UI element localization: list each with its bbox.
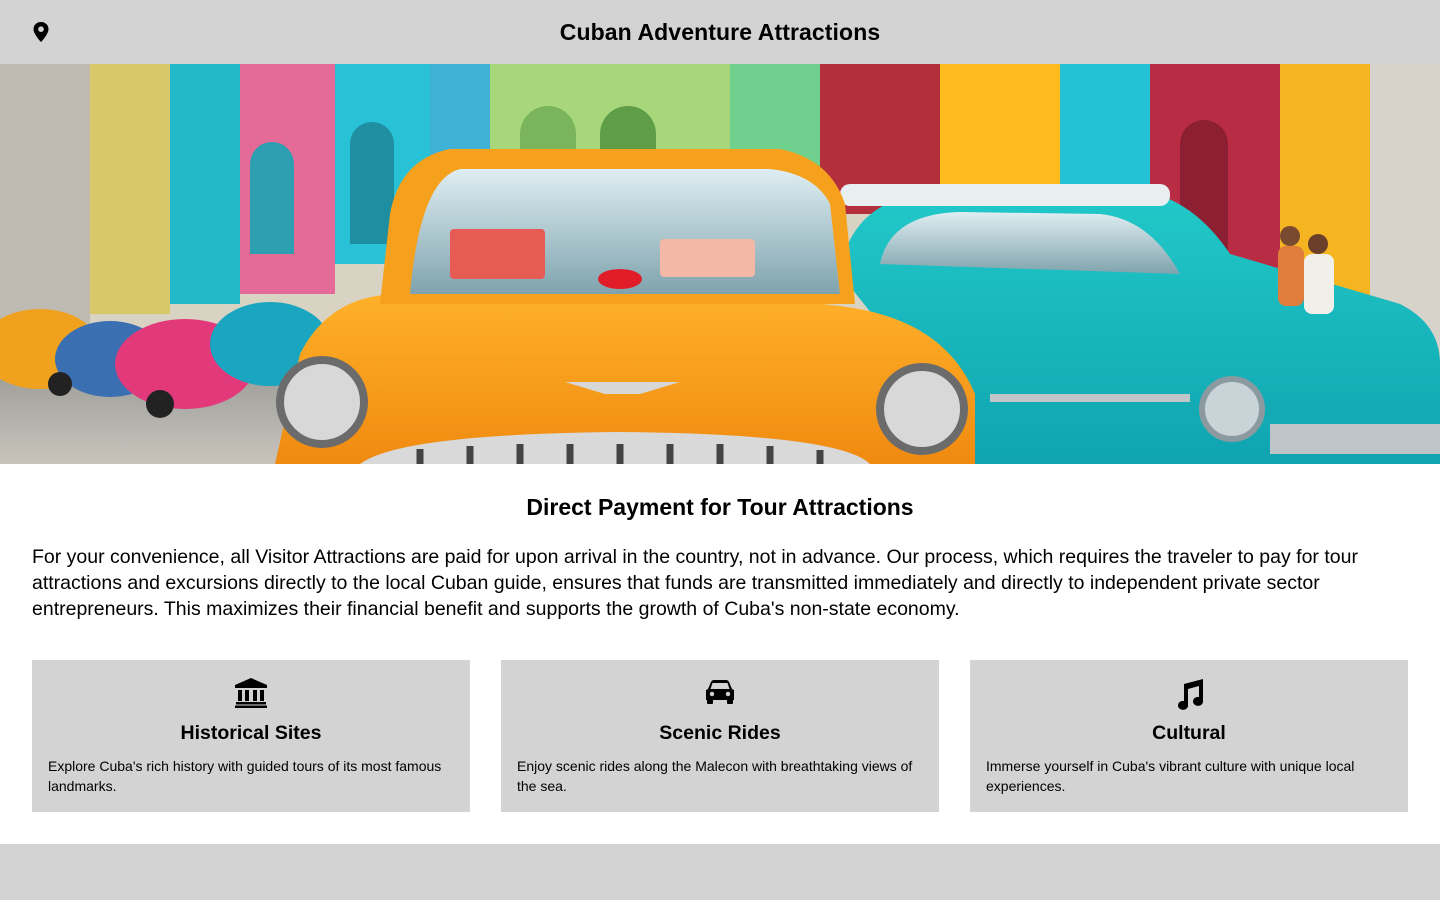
card-scenic-rides[interactable]: Scenic Rides Enjoy scenic rides along th… — [501, 660, 939, 812]
car-icon — [706, 680, 734, 704]
hero-image — [0, 64, 1440, 464]
map-pin-icon[interactable] — [32, 22, 50, 42]
section-heading: Direct Payment for Tour Attractions — [526, 494, 914, 520]
card-description: Immerse yourself in Cuba's vibrant cultu… — [986, 758, 1355, 794]
card-historical-sites[interactable]: Historical Sites Explore Cuba's rich his… — [32, 660, 470, 812]
card-title: Scenic Rides — [659, 722, 781, 744]
card-cultural[interactable]: Cultural Immerse yourself in Cuba's vibr… — [970, 660, 1408, 812]
landmark-icon — [235, 678, 267, 708]
card-title: Cultural — [1152, 722, 1226, 744]
page-title: Cuban Adventure Attractions — [559, 18, 881, 45]
header-bar: Cuban Adventure Attractions — [0, 0, 1440, 64]
footer-bar — [0, 844, 1440, 900]
card-description: Explore Cuba's rich history with guided … — [48, 758, 442, 794]
intro-paragraph: For your convenience, all Visitor Attrac… — [32, 546, 1358, 620]
card-description: Enjoy scenic rides along the Malecon wit… — [517, 758, 913, 794]
attraction-cards: Historical Sites Explore Cuba's rich his… — [32, 660, 1408, 812]
music-note-icon — [1178, 679, 1204, 710]
card-title: Historical Sites — [180, 722, 322, 744]
